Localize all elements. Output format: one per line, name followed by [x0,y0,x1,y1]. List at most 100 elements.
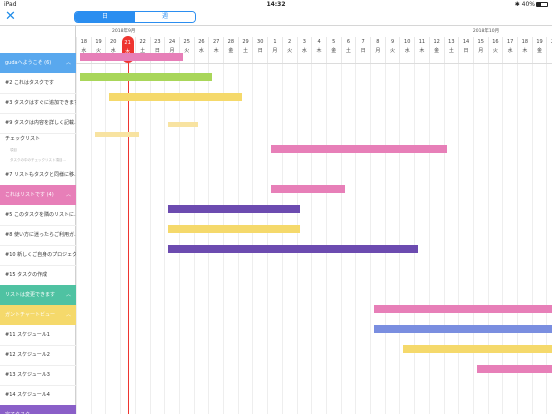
task-row[interactable]: #5 このタスクを隣のリストに… [0,205,76,225]
day-header[interactable]: 2火 [281,37,297,63]
month-label: 2018年9月 [112,29,136,34]
day-header[interactable]: 28 金 [223,37,238,63]
day-gridline [120,63,122,414]
task-bar[interactable] [168,121,198,127]
task-bar[interactable] [403,345,552,353]
checklist-row[interactable]: 項目 [0,145,76,155]
day-header[interactable]: 11 木 [414,37,429,63]
row-label: ガントチャートビュー [5,312,55,318]
list-header[interactable]: 完了タスク︿ [0,405,76,414]
task-bar[interactable] [168,245,419,253]
day-header[interactable]: 12 金 [428,37,444,63]
day-header[interactable]: 15 月 [472,37,488,63]
day-header[interactable]: 3水 [296,37,312,63]
day-header[interactable]: 16 火 [487,37,503,63]
day-header[interactable]: 7日 [355,37,370,63]
task-row[interactable]: #9 タスクは内容を詳しく記載… [0,113,76,133]
day-header[interactable]: 20土 [546,37,552,63]
day-gridline [223,63,224,414]
task-row[interactable]: #15 タスクの作成 [0,265,76,285]
checklist-row[interactable]: チェックリスト [0,133,76,145]
battery-icon [536,2,548,7]
day-header[interactable]: 5金 [325,37,341,63]
row-label: #5 このタスクを隣のリストに… [5,212,76,218]
day-header[interactable]: 8月 [370,37,385,63]
task-bar[interactable] [271,185,345,193]
day-header[interactable]: 6土 [340,37,356,63]
list-header[interactable]: ガントチャートビュー ︿ [0,305,76,325]
status-bar: iPad 14:32 ✱ 40% [0,0,552,10]
day-gridline [149,63,151,414]
row-label: #7 リストもタスクと同様に移… [5,172,76,178]
day-header[interactable]: 13 土 [443,37,459,63]
segment-day[interactable]: 日 [75,12,135,22]
day-gridline [370,63,371,414]
day-gridline [517,63,518,414]
day-header[interactable]: 10 水 [399,37,414,63]
segment-week[interactable]: 週 [135,12,195,22]
task-bar[interactable] [271,145,448,153]
day-gridline [399,63,401,414]
day-header[interactable]: 4木 [311,37,326,63]
day-header[interactable]: 19 金 [531,37,547,63]
task-row[interactable]: #13 スケジュール3 [0,365,76,385]
day-header[interactable]: 29 土 [237,37,253,63]
task-row[interactable]: #11 スケジュール1 [0,325,76,345]
day-header[interactable]: 30 日 [252,37,267,63]
task-bar[interactable] [168,225,301,233]
battery-percent: 40% [521,1,535,8]
day-gridline [164,63,166,414]
task-bar[interactable] [94,131,139,137]
task-bar[interactable] [109,93,242,101]
month-label: 2018年10月 [472,29,500,34]
day-header[interactable]: 14 日 [458,37,473,63]
date-header-divider [76,63,552,64]
day-gridline [355,63,357,414]
day-gridline [90,63,92,414]
task-bar[interactable] [168,205,301,213]
collapse-icon[interactable]: ︿ [66,185,71,205]
day-gridline [296,63,298,414]
day-gridline [487,63,489,414]
day-header[interactable]: 9火 [384,37,400,63]
task-bar[interactable] [374,325,552,333]
list-header[interactable]: リストは変更できます ︿ [0,285,76,305]
task-row[interactable]: #8 使い方に迷ったらご利用ガ… [0,225,76,245]
day-header[interactable]: 27 木 [208,37,223,63]
list-header[interactable]: gudaへようこそ (6) ︿ [0,53,76,73]
task-row[interactable]: #7 リストもタスクと同様に移… [0,165,76,185]
task-row[interactable]: #12 スケジュール2 [0,345,76,365]
row-label: #9 タスクは内容を詳しく記載… [5,120,76,126]
row-label: #10 新しくご自身のプロジェク… [5,252,76,258]
task-row[interactable]: #2 これはタスクです [0,73,76,93]
task-row[interactable]: #14 スケジュール4 [0,385,76,405]
day-header[interactable]: 26 水 [193,37,209,63]
collapse-icon[interactable]: ︿ [66,405,71,414]
task-bar[interactable] [80,73,213,81]
view-mode-segment[interactable]: 日 週 [74,11,196,23]
day-gridline [458,63,460,414]
row-label: 項目 [10,148,17,152]
row-label: チェックリスト [5,136,41,142]
row-label: gudaへようこそ (6) [5,60,52,66]
day-gridline [311,63,313,414]
collapse-icon[interactable]: ︿ [66,305,71,325]
day-header[interactable]: 18 木 [517,37,532,63]
task-bar[interactable] [374,305,552,313]
checklist-row[interactable]: タスクの中のチェックリスト項目… [0,155,76,165]
today-line [127,63,129,414]
day-header[interactable]: 17 水 [502,37,517,63]
day-gridline [414,63,416,414]
close-icon[interactable]: ✕ [5,10,17,23]
row-label: タスクの中のチェックリスト項目… [10,158,66,162]
task-row[interactable]: #10 新しくご自身のプロジェク… [0,245,76,265]
collapse-icon[interactable]: ︿ [66,53,71,73]
battery-status: ✱ 40% [515,1,548,8]
day-header[interactable]: 1月 [267,37,282,63]
task-row[interactable]: #3 タスクはすぐに追加できます [0,93,76,113]
task-bar[interactable] [80,53,183,61]
collapse-icon[interactable]: ︿ [66,285,71,305]
list-header[interactable]: これはリストです (4) ︿ [0,185,76,205]
task-bar[interactable] [476,365,552,373]
day-gridline [134,63,136,414]
